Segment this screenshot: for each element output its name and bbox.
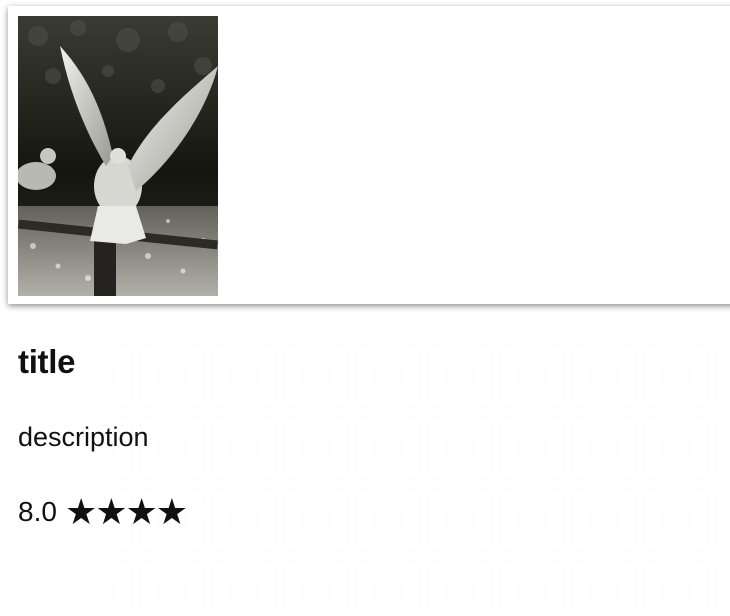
page: title description 8.0 ★★★★★ ★★★★★ xyxy=(0,0,730,616)
card-description: description xyxy=(18,422,149,452)
background-texture xyxy=(100,340,720,610)
star-icon-row-filled: ★★★★★ xyxy=(64,494,187,530)
card-image[interactable] xyxy=(18,16,218,296)
rating-value: 8.0 xyxy=(18,496,57,527)
card-title: title xyxy=(18,343,76,380)
seagull-image xyxy=(18,16,218,296)
star-rating[interactable]: ★★★★★ ★★★★★ xyxy=(64,494,218,530)
rating: 8.0 ★★★★★ ★★★★★ xyxy=(18,490,218,534)
